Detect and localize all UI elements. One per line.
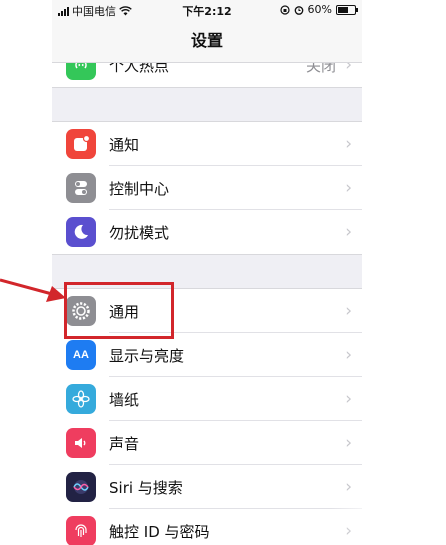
- sound-icon: [66, 428, 96, 458]
- annotation-highlight-box: [64, 282, 174, 339]
- notifications-icon: [66, 129, 96, 159]
- settings-row-display-brightness[interactable]: AA 显示与亮度 ›: [52, 333, 362, 377]
- group-divider: [52, 254, 362, 255]
- battery-icon: [336, 4, 358, 15]
- control-center-icon: [66, 173, 96, 203]
- settings-row-do-not-disturb[interactable]: 勿扰模式 ›: [52, 210, 362, 254]
- settings-row-siri-search[interactable]: Siri 与搜索 ›: [52, 465, 362, 509]
- battery-percent: 60%: [307, 3, 332, 16]
- chevron-right-icon: ›: [345, 389, 352, 409]
- settings-row-wallpaper[interactable]: 墙纸 ›: [52, 377, 362, 421]
- row-label: 显示与亮度: [109, 346, 185, 365]
- moon-icon: [66, 217, 96, 247]
- settings-row-control-center[interactable]: 控制中心 ›: [52, 166, 362, 210]
- row-label: 墙纸: [109, 390, 140, 409]
- watermark-blur: [330, 480, 430, 545]
- annotation-arrow-icon: [0, 278, 66, 302]
- row-label: 通知: [109, 135, 140, 154]
- row-label: 控制中心: [109, 179, 170, 198]
- chevron-right-icon: ›: [345, 134, 352, 154]
- chevron-right-icon: ›: [345, 178, 352, 198]
- chevron-right-icon: ›: [345, 301, 352, 321]
- settings-row-touch-id-passcode[interactable]: 触控 ID 与密码 ›: [52, 509, 362, 545]
- rotation-lock-icon: [279, 4, 290, 15]
- settings-row-notifications[interactable]: 通知 ›: [52, 122, 362, 166]
- fingerprint-icon: [66, 516, 96, 545]
- chevron-right-icon: ›: [345, 345, 352, 365]
- settings-row-sounds[interactable]: 声音 ›: [52, 421, 362, 465]
- chevron-right-icon: ›: [345, 222, 352, 242]
- siri-icon: [66, 472, 96, 502]
- alarm-icon: [294, 5, 303, 15]
- settings-screen: 中国电信 下午2:12 60% 设置 个人热点: [52, 0, 362, 545]
- chevron-right-icon: ›: [345, 433, 352, 453]
- wallpaper-icon: [66, 384, 96, 414]
- row-label: 触控 ID 与密码: [109, 522, 210, 541]
- status-bar: 中国电信 下午2:12 60%: [52, 0, 362, 20]
- row-label: Siri 与搜索: [109, 478, 183, 497]
- row-label: 声音: [109, 434, 140, 453]
- nav-title-overlay: 设置: [52, 20, 362, 63]
- row-label: 勿扰模式: [109, 223, 170, 242]
- group-divider: [52, 87, 362, 88]
- display-icon: AA: [66, 340, 96, 370]
